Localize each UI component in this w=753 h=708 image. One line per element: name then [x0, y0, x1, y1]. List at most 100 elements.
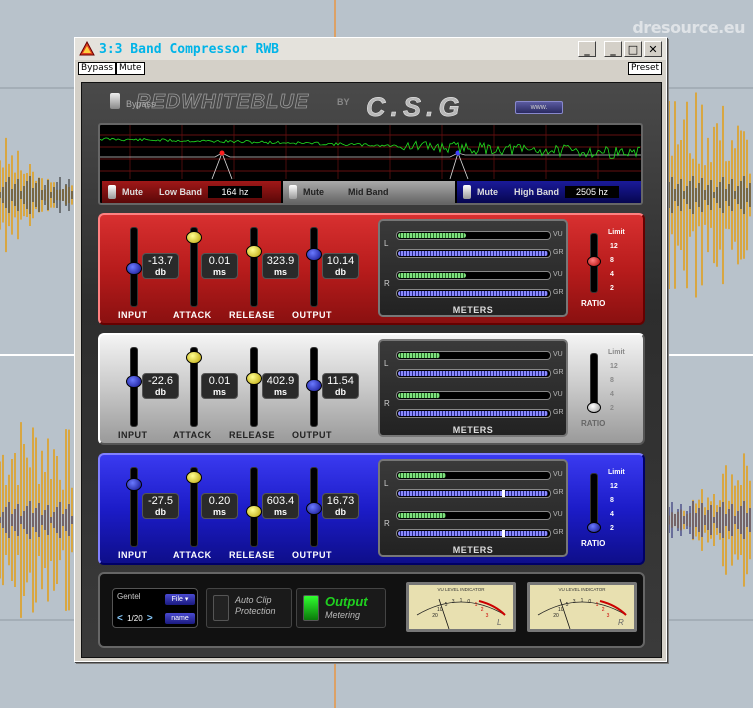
release-slider[interactable]	[246, 227, 262, 307]
gr-meter-marker	[502, 490, 505, 497]
ratio-slider[interactable]	[587, 353, 601, 413]
output-slider-knob[interactable]	[306, 248, 322, 262]
high-band-frequency[interactable]: 2505 hz	[565, 186, 619, 198]
ratio-mark: 12	[610, 243, 618, 250]
gr-label: GR	[553, 289, 564, 296]
mid-band-mute-toggle[interactable]	[289, 185, 297, 199]
ratio-slider[interactable]	[587, 233, 601, 293]
output-slider-knob[interactable]	[306, 502, 322, 515]
menu-minimize-button[interactable]: _	[578, 41, 596, 57]
vu-meter-title: VU LEVEL INDICATOR	[438, 587, 486, 592]
release-unit: ms	[273, 507, 287, 517]
attack-label: ATTACK	[173, 310, 212, 320]
release-value: 323.9	[266, 255, 295, 267]
release-slider[interactable]	[246, 467, 262, 547]
gr-r-meter-fill	[398, 291, 548, 296]
output-slider[interactable]	[306, 347, 322, 427]
low-band-mute-toggle[interactable]	[108, 185, 116, 199]
logo-by: BY	[337, 97, 350, 107]
output-metering-toggle[interactable]	[303, 595, 319, 621]
ratio-slider-knob[interactable]	[587, 255, 601, 267]
high-band-mute-label: Mute	[477, 187, 498, 197]
vu-label: VU	[553, 471, 563, 478]
ratio-slider[interactable]	[587, 473, 601, 533]
left-channel-label: L	[384, 359, 389, 368]
gr-l-meter-fill	[398, 251, 548, 256]
high-band-mute-toggle[interactable]	[463, 185, 471, 199]
high-band-bar: Mute High Band 2505 hz	[457, 181, 641, 203]
preset-prev-button[interactable]: <	[117, 613, 123, 624]
output-slider[interactable]	[306, 467, 322, 547]
output-label: OUTPUT	[292, 550, 332, 560]
vu-scale-mark: 3	[486, 613, 489, 619]
gr-r-meter	[396, 529, 551, 538]
release-slider-knob[interactable]	[246, 505, 262, 519]
attack-slider[interactable]	[186, 347, 202, 427]
attack-slider-knob[interactable]	[186, 231, 202, 245]
output-metering-label: Output	[325, 594, 368, 609]
restore-button[interactable]: □	[624, 41, 642, 57]
input-slider[interactable]	[126, 227, 142, 307]
preset-name-button[interactable]: name	[165, 613, 195, 624]
bypass-toggle[interactable]	[110, 93, 120, 109]
logo-text: REDWHITEBLUE	[136, 91, 309, 113]
gr-label: GR	[553, 489, 564, 496]
watermark: dresource.eu	[632, 18, 745, 37]
close-button[interactable]: ✕	[644, 41, 662, 57]
window-title: 3:3 Band Compressor RWB	[99, 41, 280, 57]
release-slider-knob[interactable]	[246, 245, 262, 258]
output-value-display: 16.73 db	[322, 493, 359, 519]
ratio-limit-label: Limit	[608, 469, 625, 476]
vu-r-meter-fill	[398, 513, 446, 518]
preset-menu-button[interactable]: Preset	[628, 62, 663, 75]
vu-scale-mark: 5	[566, 602, 569, 608]
low-band-frequency[interactable]: 164 hz	[208, 186, 262, 198]
release-label: RELEASE	[229, 430, 276, 440]
release-slider-knob[interactable]	[246, 371, 262, 385]
attack-slider-knob[interactable]	[186, 351, 202, 365]
bypass-menu-button[interactable]: Bypass	[78, 62, 117, 75]
www-button[interactable]: www.	[515, 101, 563, 114]
input-slider-knob[interactable]	[126, 375, 142, 389]
input-unit: db	[155, 507, 166, 517]
low-band-bar: Mute Low Band 164 hz	[102, 181, 281, 203]
output-value: 11.54	[327, 375, 354, 387]
auto-clip-toggle[interactable]	[213, 595, 229, 621]
ratio-slider-knob[interactable]	[587, 402, 601, 413]
preset-file-button[interactable]: File ▾	[165, 594, 195, 605]
attack-value: 0.20	[208, 495, 231, 507]
ratio-label: RATIO	[581, 419, 606, 428]
ratio-mark: 12	[610, 363, 618, 370]
input-slider-knob[interactable]	[126, 478, 142, 492]
meters-panel: VU GR VU GR L R METERS	[378, 219, 568, 317]
vu-scale-mark: 1	[596, 602, 599, 608]
auto-clip-sublabel: Protection	[235, 606, 276, 616]
input-slider-knob[interactable]	[126, 262, 142, 275]
output-slider-knob[interactable]	[306, 378, 322, 392]
red-band-panel: -13.7 db INPUT 0.01 ms ATTACK 323.9 ms RELEASE 10…	[98, 213, 645, 325]
vu-scale-mark: 20	[432, 613, 438, 619]
ratio-mark: 12	[610, 483, 618, 490]
mute-menu-button[interactable]: Mute	[116, 62, 145, 75]
high-band-label: High Band	[514, 187, 559, 197]
attack-label: ATTACK	[173, 550, 212, 560]
input-slider[interactable]	[126, 467, 142, 547]
vu-l-meter-fill	[398, 353, 440, 358]
release-slider[interactable]	[246, 347, 262, 427]
output-slider[interactable]	[306, 227, 322, 307]
input-slider[interactable]	[126, 347, 142, 427]
preset-next-button[interactable]: >	[147, 613, 153, 624]
attack-slider[interactable]	[186, 227, 202, 307]
release-unit: ms	[273, 387, 287, 397]
vu-scale-mark: 3	[452, 599, 455, 605]
vu-r-meter	[396, 511, 551, 520]
gr-label: GR	[553, 249, 564, 256]
mid-band-label: Mid Band	[348, 187, 389, 197]
vu-meter-right: VU LEVEL INDICATOR 20 10 5 3 1 0 1 2 3 R	[527, 582, 637, 632]
ratio-slider-knob[interactable]	[587, 522, 601, 533]
gr-r-meter-fill	[398, 531, 548, 536]
attack-slider-knob[interactable]	[186, 471, 202, 485]
minimize-button[interactable]: _	[604, 41, 622, 57]
attack-slider[interactable]	[186, 467, 202, 547]
ratio-mark: 8	[610, 377, 614, 384]
